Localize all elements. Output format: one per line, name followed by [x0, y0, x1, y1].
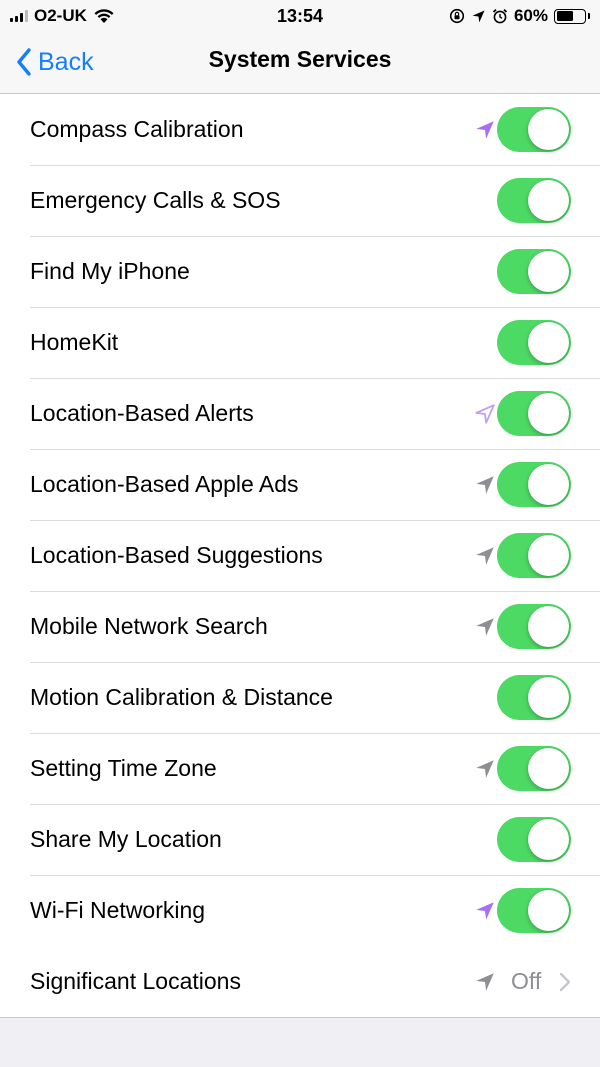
toggle-switch[interactable] [497, 675, 571, 720]
toggle-switch[interactable] [497, 888, 571, 933]
significant-locations-row[interactable]: Significant Locations Off [0, 946, 600, 1017]
service-row: Motion Calibration & Distance [0, 662, 600, 733]
service-row: Share My Location [0, 804, 600, 875]
location-arrow-icon [476, 546, 494, 565]
row-label: Compass Calibration [30, 116, 244, 142]
row-label: Setting Time Zone [30, 755, 217, 781]
chevron-right-icon [559, 972, 571, 991]
status-bar: O2-UK 13:54 60% [0, 0, 600, 32]
service-row: Setting Time Zone [0, 733, 600, 804]
toggle-switch[interactable] [497, 320, 571, 365]
service-row: Location-Based Apple Ads [0, 449, 600, 520]
toggle-switch[interactable] [497, 462, 571, 507]
toggle-knob [528, 890, 569, 931]
battery-percent: 60% [513, 6, 548, 25]
row-label: Location-Based Suggestions [30, 542, 323, 568]
location-arrow-icon [476, 617, 494, 636]
toggle-switch[interactable] [497, 249, 571, 294]
service-row: Mobile Network Search [0, 591, 600, 662]
toggle-knob [528, 535, 569, 576]
row-label: Wi-Fi Networking [30, 897, 206, 923]
toggle-switch[interactable] [497, 604, 571, 649]
toggle-knob [528, 606, 569, 647]
row-label: Motion Calibration & Distance [30, 684, 333, 710]
row-label: Emergency Calls & SOS [30, 187, 281, 213]
toggle-knob [528, 180, 569, 221]
toggle-knob [528, 251, 569, 292]
toggle-knob [528, 464, 569, 505]
row-label: Location-Based Apple Ads [30, 471, 299, 497]
location-arrow-icon [476, 120, 494, 139]
location-arrow-icon [476, 475, 494, 494]
battery-icon [554, 8, 590, 24]
toggle-switch[interactable] [497, 533, 571, 578]
significant-locations-value: Off [511, 968, 542, 994]
toggle-knob [528, 819, 569, 860]
location-arrow-icon [476, 901, 494, 920]
service-row: Location-Based Alerts [0, 378, 600, 449]
location-icon [472, 10, 485, 22]
wifi-icon [94, 9, 114, 23]
alarm-icon [492, 8, 508, 24]
row-label: Significant Locations [30, 968, 241, 994]
status-left: O2-UK [10, 6, 115, 26]
row-label: Share My Location [30, 826, 222, 852]
orientation-lock-icon [449, 8, 465, 24]
toggle-knob [528, 322, 569, 363]
location-arrow-icon [476, 972, 494, 991]
row-label: HomeKit [30, 329, 119, 355]
toggle-switch[interactable] [497, 107, 571, 152]
toggle-knob [528, 109, 569, 150]
toggle-knob [528, 393, 569, 434]
service-row: HomeKit [0, 307, 600, 378]
service-row: Wi-Fi Networking [0, 875, 600, 946]
toggle-knob [528, 677, 569, 718]
toggle-switch[interactable] [497, 178, 571, 223]
signal-icon [10, 10, 28, 22]
toggle-switch[interactable] [497, 817, 571, 862]
navigation-bar: Back System Services [0, 32, 600, 94]
status-right: 60% [449, 6, 590, 26]
carrier-name: O2-UK [34, 6, 87, 25]
service-row: Compass Calibration [0, 94, 600, 165]
system-services-list: Compass Calibration Emergency Calls & SOS… [0, 94, 600, 1018]
service-row: Find My iPhone [0, 236, 600, 307]
location-arrow-icon [475, 403, 495, 424]
row-label: Location-Based Alerts [30, 400, 254, 426]
toggle-switch[interactable] [497, 746, 571, 791]
toggle-knob [528, 748, 569, 789]
row-label: Find My iPhone [30, 258, 190, 284]
page-title: System Services [208, 46, 392, 72]
service-row: Location-Based Suggestions [0, 520, 600, 591]
location-arrow-icon [476, 759, 494, 778]
service-row: Emergency Calls & SOS [0, 165, 600, 236]
row-label: Mobile Network Search [30, 613, 268, 639]
toggle-switch[interactable] [497, 391, 571, 436]
